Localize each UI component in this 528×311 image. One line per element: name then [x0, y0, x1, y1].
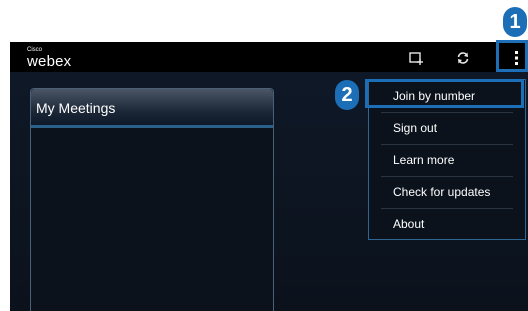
menu-item-check-for-updates[interactable]: Check for updates	[369, 176, 525, 208]
menu-item-label: Learn more	[393, 153, 455, 167]
my-meetings-panel: My Meetings	[30, 88, 274, 311]
step-badge-1: 1	[503, 7, 527, 37]
panel-title: My Meetings	[36, 100, 116, 116]
new-meeting-icon[interactable]	[409, 51, 423, 70]
menu-item-label: About	[393, 217, 425, 231]
highlight-join-by-number	[365, 79, 524, 108]
step-badge-2: 2	[335, 80, 359, 110]
logo-brand-main: webex	[27, 53, 72, 70]
menu-item-about[interactable]: About	[369, 208, 525, 240]
menu-item-label: Check for updates	[393, 185, 491, 199]
menu-item-label: Sign out	[393, 121, 438, 135]
panel-header-underline	[31, 125, 273, 128]
menu-item-learn-more[interactable]: Learn more	[369, 144, 525, 176]
action-bar: Cisco webex	[10, 42, 528, 72]
panel-header: My Meetings	[31, 89, 273, 125]
refresh-icon[interactable]	[456, 51, 470, 70]
highlight-overflow-menu	[496, 40, 528, 72]
menu-item-sign-out[interactable]: Sign out	[369, 112, 525, 144]
